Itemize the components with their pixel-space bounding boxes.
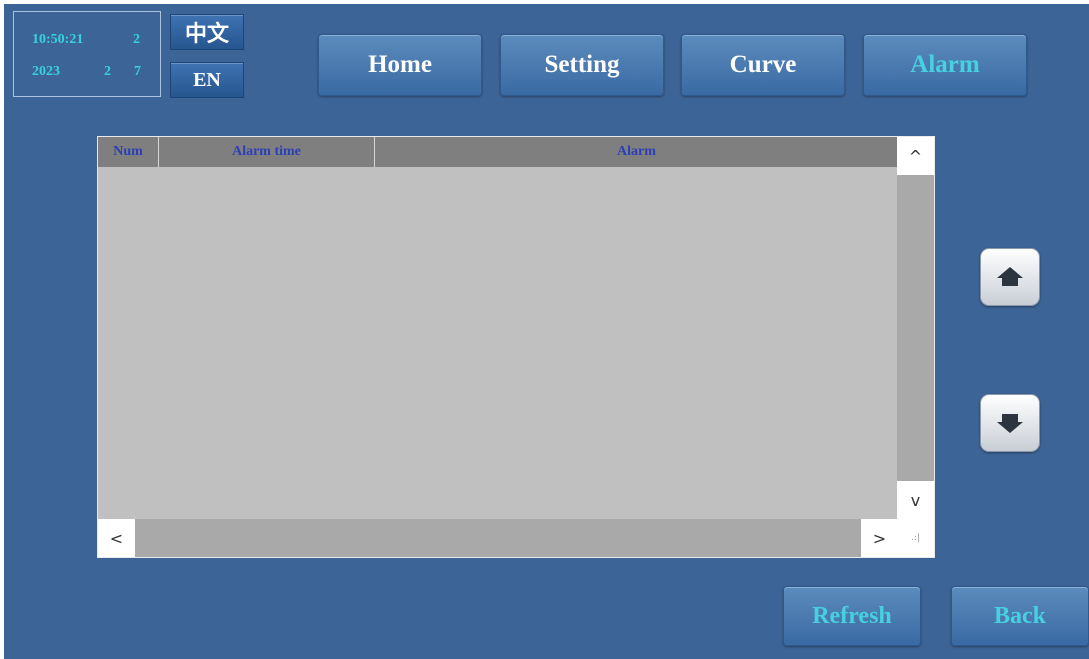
arrow-down-icon bbox=[997, 414, 1023, 433]
page-up-button[interactable] bbox=[980, 248, 1040, 306]
clock-time: 10:50:21 bbox=[32, 32, 84, 47]
nav-setting-button[interactable]: Setting bbox=[500, 34, 664, 96]
language-english-button[interactable]: EN bbox=[170, 62, 244, 98]
language-chinese-button[interactable]: 中文 bbox=[170, 14, 244, 50]
back-button[interactable]: Back bbox=[951, 586, 1089, 646]
resize-grip-icon: .:| bbox=[897, 519, 934, 557]
horizontal-scrollbar[interactable]: < > bbox=[98, 519, 898, 557]
scroll-down-button[interactable]: v bbox=[897, 481, 934, 519]
alarm-table: Num Alarm time Alarm ^ v < > .:| bbox=[97, 136, 935, 558]
clock-day: 7 bbox=[134, 64, 141, 79]
nav-alarm-button[interactable]: Alarm bbox=[863, 34, 1027, 96]
scroll-left-button[interactable]: < bbox=[98, 519, 135, 557]
arrow-up-icon bbox=[997, 267, 1023, 286]
alarm-table-header: Num Alarm time Alarm bbox=[98, 137, 898, 167]
refresh-button[interactable]: Refresh bbox=[783, 586, 921, 646]
vertical-scrollbar[interactable]: ^ v bbox=[897, 137, 934, 519]
column-header-alarm[interactable]: Alarm bbox=[375, 137, 898, 167]
scroll-up-button[interactable]: ^ bbox=[897, 137, 934, 175]
clock-weekday: 2 bbox=[133, 32, 140, 47]
datetime-display: 10:50:21 2 2023 2 7 bbox=[13, 11, 161, 97]
column-header-alarm-time[interactable]: Alarm time bbox=[159, 137, 375, 167]
nav-home-button[interactable]: Home bbox=[318, 34, 482, 96]
column-header-num[interactable]: Num bbox=[98, 137, 159, 167]
nav-curve-button[interactable]: Curve bbox=[681, 34, 845, 96]
clock-year: 2023 bbox=[32, 64, 60, 79]
hmi-screen: 10:50:21 2 2023 2 7 中文 EN Home Setting C… bbox=[4, 4, 1089, 659]
clock-month: 2 bbox=[104, 64, 111, 79]
scroll-right-button[interactable]: > bbox=[861, 519, 898, 557]
page-down-button[interactable] bbox=[980, 394, 1040, 452]
